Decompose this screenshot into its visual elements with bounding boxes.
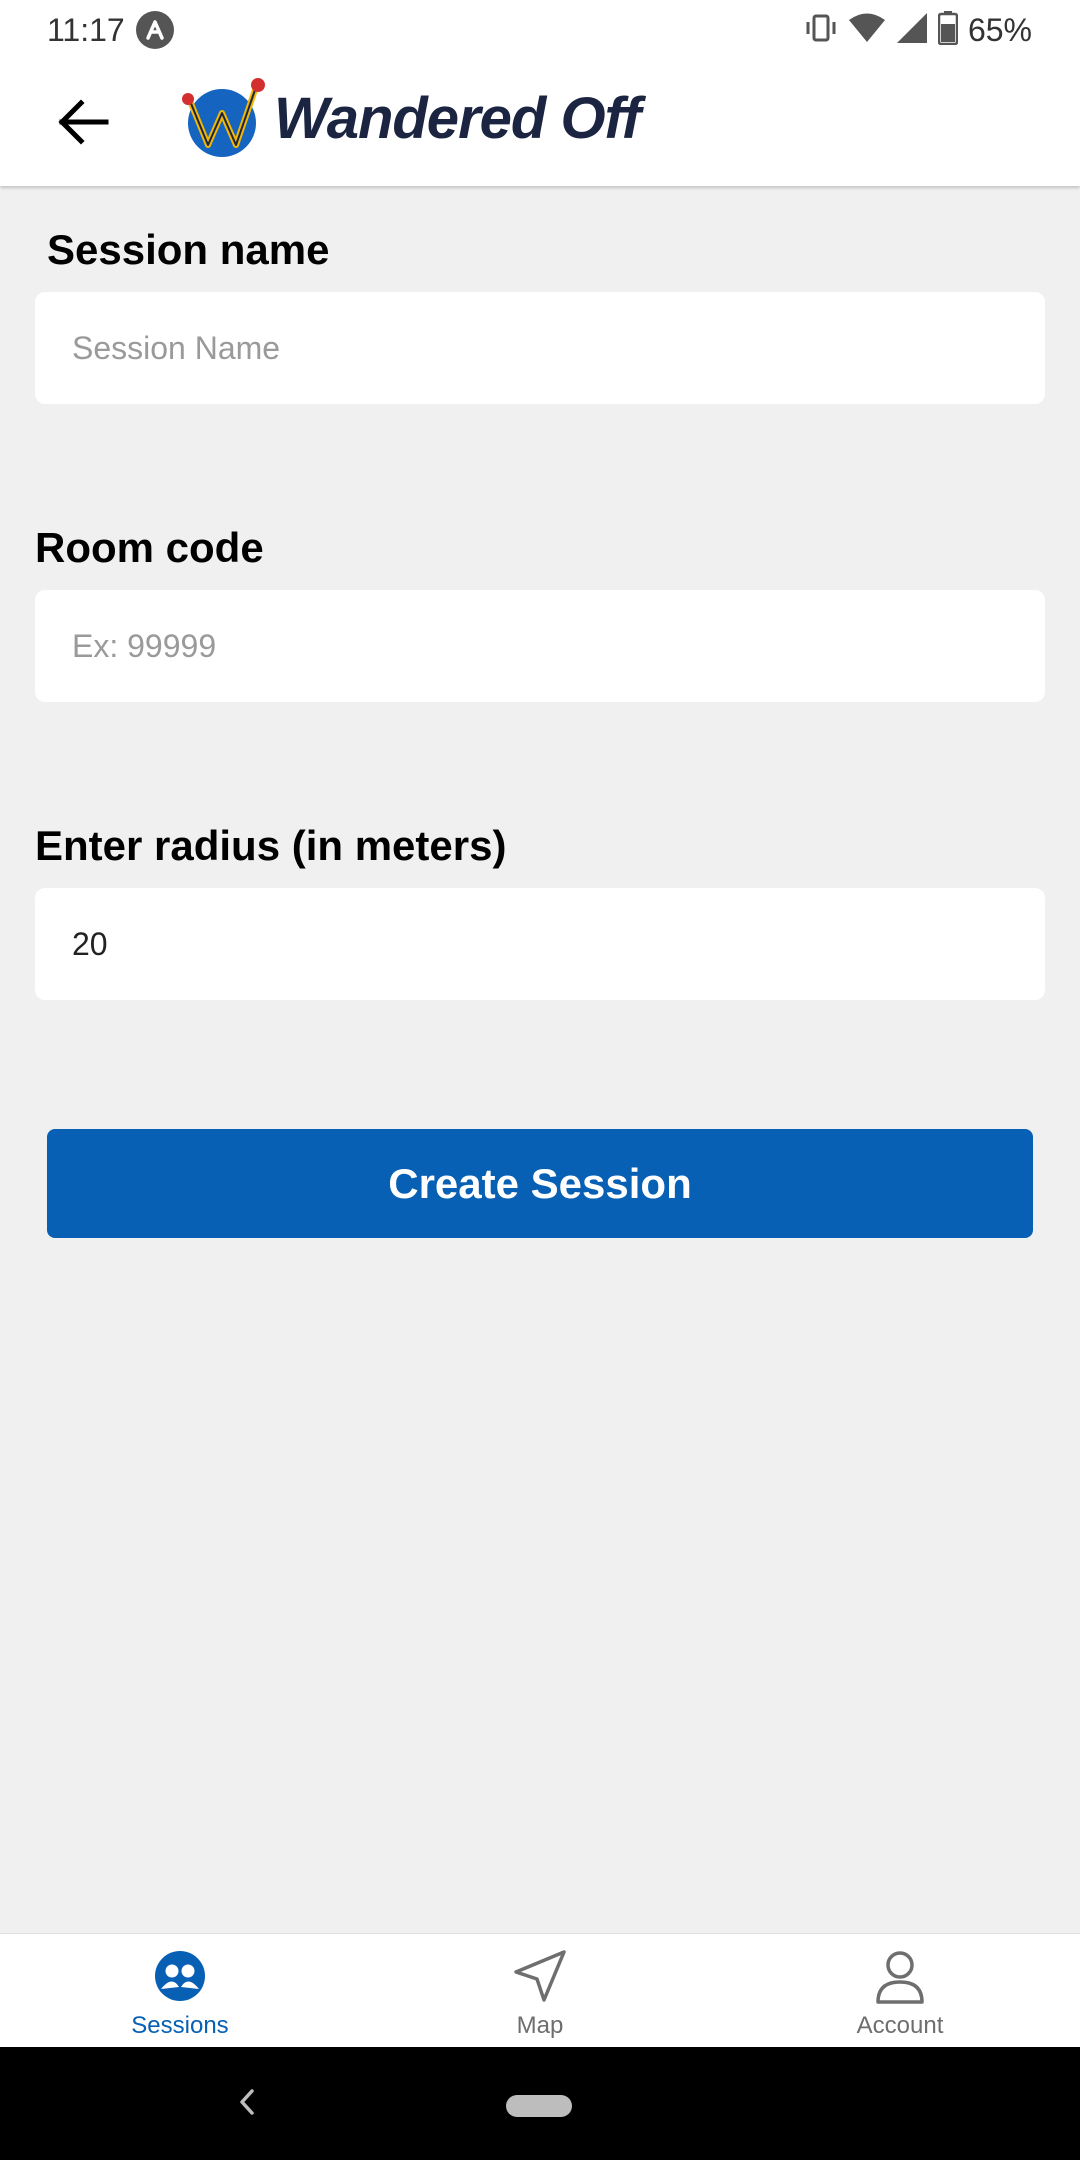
tab-account-label: Account xyxy=(856,2012,944,2039)
app-name: Wandered Off xyxy=(274,85,641,151)
session-name-input[interactable] xyxy=(35,292,1045,404)
arrow-left-icon xyxy=(58,99,109,145)
room-code-label: Room code xyxy=(35,524,264,571)
app-notification-icon xyxy=(136,11,174,49)
signal-icon xyxy=(896,11,928,50)
back-button[interactable] xyxy=(40,86,124,158)
people-icon xyxy=(155,1951,205,2001)
radius-label: Enter radius (in meters) xyxy=(35,822,507,869)
status-bar: 11:17 65% xyxy=(0,0,1080,58)
person-icon xyxy=(876,1951,924,2004)
wifi-icon xyxy=(848,11,886,50)
tab-sessions[interactable]: Sessions xyxy=(0,1934,360,2047)
battery-percent: 65% xyxy=(967,11,1032,48)
radius-input[interactable] xyxy=(35,888,1045,1000)
status-icons: 65% xyxy=(804,10,1032,50)
app-header: Wandered Off xyxy=(0,58,1080,186)
logo-mark-icon xyxy=(182,78,265,157)
chevron-left-icon xyxy=(240,2089,254,2115)
tab-map[interactable]: Map xyxy=(360,1934,720,2047)
vibrate-icon xyxy=(804,11,838,50)
system-home-pill[interactable] xyxy=(506,2095,572,2117)
battery-icon xyxy=(937,10,959,50)
tab-sessions-label: Sessions xyxy=(131,2012,229,2039)
tab-map-label: Map xyxy=(516,2012,564,2039)
session-name-label: Session name xyxy=(47,226,330,273)
create-session-button[interactable]: Create Session xyxy=(47,1129,1033,1238)
system-back-button[interactable] xyxy=(222,2077,272,2127)
system-nav-bar xyxy=(0,2047,1080,2160)
bottom-nav: Sessions Map Account xyxy=(0,1933,1080,2047)
status-time: 11:17 xyxy=(47,12,125,48)
room-code-input[interactable] xyxy=(35,590,1045,702)
tab-account[interactable]: Account xyxy=(720,1934,1080,2047)
navigation-arrow-icon xyxy=(514,1950,566,2002)
app-logo: Wandered Off xyxy=(180,66,641,170)
